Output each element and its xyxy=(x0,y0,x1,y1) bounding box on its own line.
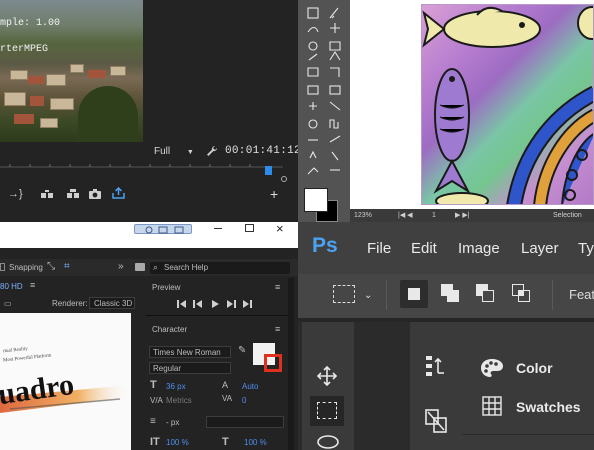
ae-panel-scrollbar[interactable] xyxy=(288,278,294,450)
character-panel-title: Character xyxy=(152,325,188,334)
panel-divider-bottom xyxy=(462,434,594,435)
options-divider xyxy=(386,280,387,310)
tracking-icon: VA xyxy=(222,394,233,403)
vertical-scale-value[interactable]: 100 % xyxy=(166,438,189,447)
menu-image[interactable]: Image xyxy=(458,240,500,257)
overlay-text-format: rterMPEG xyxy=(0,44,49,55)
feather-label: Feat xyxy=(569,287,594,302)
ps-panels-column xyxy=(462,322,594,450)
minimize-icon[interactable] xyxy=(214,228,222,229)
timecode-display[interactable]: 00:01:41:12 xyxy=(225,145,301,157)
move-tool-icon[interactable] xyxy=(316,365,338,387)
export-frame-icon[interactable] xyxy=(112,187,125,199)
menu-lines-icon[interactable]: ≡ xyxy=(30,280,35,290)
subtract-from-selection-button[interactable] xyxy=(472,280,500,308)
panel-divider xyxy=(146,315,290,316)
font-style-dropdown[interactable]: Regular xyxy=(149,362,231,374)
zoom-level[interactable]: 123% xyxy=(354,212,372,219)
page-next-arrows[interactable]: ▶ ▶| xyxy=(455,211,470,219)
fit-dropdown[interactable]: Full ▼ xyxy=(154,146,194,157)
marquee-tool-button[interactable] xyxy=(310,396,344,426)
options-divider-2 xyxy=(552,280,553,310)
expand-panel-icon[interactable]: » xyxy=(118,261,124,272)
font-size-value[interactable]: 36 px xyxy=(166,382,186,391)
font-family-dropdown[interactable]: Times New Roman xyxy=(149,346,231,358)
color-panel-label[interactable]: Color xyxy=(516,360,553,376)
selection-status: Selection xyxy=(553,212,582,219)
premiere-video-preview: mple: 1.00 rterMPEG xyxy=(0,0,143,142)
swatches-panel-icon[interactable] xyxy=(482,396,502,416)
tracking-value[interactable]: 0 xyxy=(242,396,246,405)
insert-icon[interactable] xyxy=(40,189,54,199)
timeline-end-circle[interactable] xyxy=(281,176,287,182)
menu-edit[interactable]: Edit xyxy=(411,240,437,257)
chevron-down-icon: ▼ xyxy=(186,149,194,156)
horizontal-scale-value[interactable]: 100 % xyxy=(244,438,267,447)
horizontal-scale-icon: T xyxy=(222,436,229,448)
page-prev-arrows[interactable]: |◀ ◀ xyxy=(398,211,413,219)
swatches-panel-label[interactable]: Swatches xyxy=(516,399,581,415)
ps-logo: Ps xyxy=(312,234,338,257)
timeline-ruler[interactable] xyxy=(0,164,283,172)
color-panel-icon[interactable] xyxy=(480,358,504,378)
title-tab-controls[interactable] xyxy=(134,224,192,234)
ae-composition-viewer[interactable]: rtual Reality Most Powerful Platform uad… xyxy=(0,313,131,450)
menu-type[interactable]: Ty xyxy=(578,240,594,257)
lasso-tool-icon[interactable] xyxy=(316,434,340,450)
menu-layer[interactable]: Layer xyxy=(521,240,559,257)
snap-grid-icon[interactable]: ⌗ xyxy=(64,261,70,272)
chevron-down-icon[interactable]: ⌄ xyxy=(364,290,372,301)
ps-canvas-area[interactable] xyxy=(358,322,410,450)
new-selection-button[interactable] xyxy=(400,280,428,308)
renderer-label: Renderer: xyxy=(52,299,88,308)
preview-menu-icon[interactable]: ≡ xyxy=(275,282,280,292)
wrench-icon[interactable] xyxy=(206,145,218,157)
menu-file[interactable]: File xyxy=(367,240,391,257)
clone-source-panel-icon[interactable] xyxy=(424,408,448,434)
preview-transport-controls[interactable] xyxy=(176,299,258,309)
history-panel-icon[interactable] xyxy=(424,353,448,379)
add-to-selection-button[interactable] xyxy=(437,280,465,308)
search-icon: ⌕ xyxy=(153,262,159,272)
vertical-scale-icon: IT xyxy=(150,436,160,448)
marquee-tool-preset-icon[interactable] xyxy=(333,285,355,303)
intersect-selection-button[interactable] xyxy=(508,280,536,308)
search-help-placeholder: Search Help xyxy=(164,263,209,272)
snap-option-icon[interactable]: ⤡ xyxy=(47,261,55,272)
snapping-checkbox[interactable] xyxy=(0,263,5,271)
overlay-text-sample: mple: 1.00 xyxy=(0,18,61,29)
comp-resolution-label: 80 HD xyxy=(0,282,23,291)
leading-value[interactable]: Auto xyxy=(242,382,258,391)
stroke-style-dropdown[interactable] xyxy=(206,416,284,428)
fish-artwork[interactable] xyxy=(421,4,594,205)
stroke-width-icon: ≡ xyxy=(150,416,156,427)
stroke-color-swatch[interactable] xyxy=(264,354,282,372)
region-icon[interactable]: ▭ xyxy=(4,299,12,308)
playhead-marker[interactable] xyxy=(265,166,272,175)
foreground-color-swatch[interactable] xyxy=(304,188,328,212)
renderer-dropdown[interactable]: Classic 3D xyxy=(89,297,135,309)
snapping-label: Snapping xyxy=(9,263,43,272)
close-icon[interactable]: × xyxy=(276,221,284,236)
maximize-icon[interactable] xyxy=(245,224,254,232)
stroke-width-value[interactable]: - px xyxy=(166,418,179,427)
add-button-icon[interactable]: + xyxy=(270,186,278,202)
font-size-icon: T xyxy=(150,379,157,391)
camera-icon[interactable] xyxy=(89,189,101,199)
character-menu-icon[interactable]: ≡ xyxy=(275,324,280,334)
page-number[interactable]: 1 xyxy=(432,212,436,219)
preview-panel-title: Preview xyxy=(152,283,181,292)
ps-tool-grid xyxy=(306,6,346,176)
kerning-icon: V/A xyxy=(150,396,163,405)
eyedropper-icon[interactable]: ✎ xyxy=(238,345,246,356)
kerning-value[interactable]: Metrics xyxy=(166,396,192,405)
workspace-icon[interactable] xyxy=(135,263,145,271)
mark-out-icon[interactable]: →} xyxy=(8,188,23,200)
overwrite-icon[interactable] xyxy=(66,189,80,199)
leading-icon: A xyxy=(222,380,229,390)
